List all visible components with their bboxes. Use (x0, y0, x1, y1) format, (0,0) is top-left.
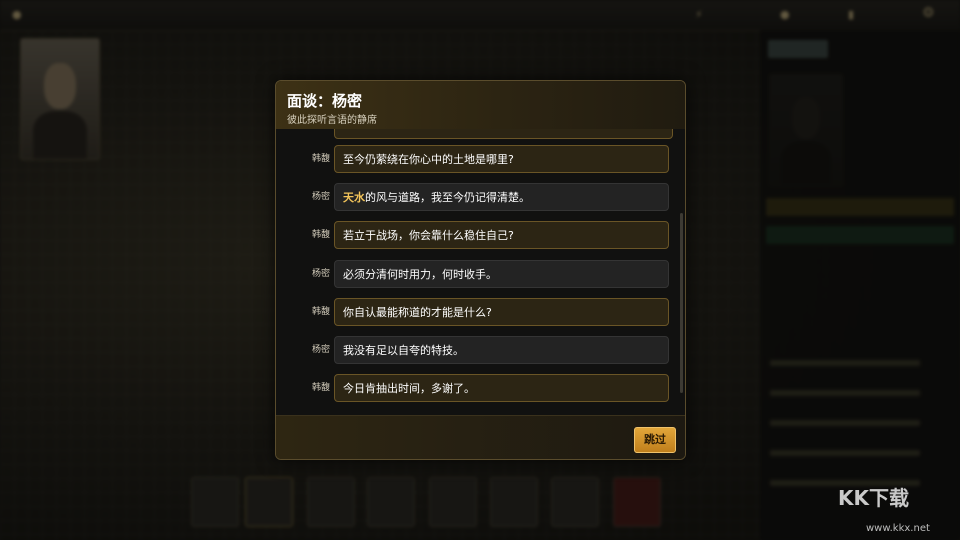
speaker-name: 韩馥 (311, 383, 330, 393)
scrollbar[interactable] (680, 213, 683, 393)
speaker-name: 韩馥 (311, 230, 330, 240)
speaker-name: 杨密 (311, 345, 330, 355)
list-item: 韩馥 你自认最能称道的才能是什么? (276, 298, 685, 328)
answer-bubble: 天水的风与道路，我至今仍记得清楚。 (334, 183, 669, 211)
message-text: 必须分清何时用力，何时收手。 (343, 268, 497, 281)
question-bubble: 你自认最能称道的才能是什么? (334, 298, 669, 326)
speaker-name: 杨密 (311, 269, 330, 279)
list-item: 杨密 我没有足以自夸的特技。 (276, 336, 685, 366)
message-list[interactable]: 韩馥 至今仍萦绕在你心中的土地是哪里? 杨密 天水的风与道路，我至今仍记得清楚。… (276, 129, 685, 415)
message-text: 今日肯抽出时间，多谢了。 (343, 382, 475, 395)
list-item: 杨密 天水的风与道路，我至今仍记得清楚。 (276, 183, 685, 213)
watermark-url: www.kkx.net (866, 523, 930, 534)
speaker-name: 韩馥 (311, 307, 330, 317)
clipped-bubble (334, 129, 673, 139)
message-text: 至今仍萦绕在你心中的土地是哪里? (343, 153, 514, 166)
list-item: 韩馥 至今仍萦绕在你心中的土地是哪里? (276, 145, 685, 175)
place-highlight: 天水 (343, 191, 365, 204)
message-text: 若立于战场，你会靠什么稳住自己? (343, 229, 514, 242)
speaker-name: 杨密 (311, 192, 330, 202)
answer-bubble: 我没有足以自夸的特技。 (334, 336, 669, 364)
interview-dialog: 面谈：杨密 彼此探听言语的静席 韩馥 至今仍萦绕在你心中的土地是哪里? 杨密 天… (275, 80, 686, 460)
speaker-name: 韩馥 (311, 154, 330, 164)
dialog-title: 面谈：杨密 (287, 92, 363, 110)
message-text: 你自认最能称道的才能是什么? (343, 306, 492, 319)
question-bubble: 至今仍萦绕在你心中的土地是哪里? (334, 145, 669, 173)
question-bubble: 若立于战场，你会靠什么稳住自己? (334, 221, 669, 249)
dialog-header: 面谈：杨密 彼此探听言语的静席 (276, 81, 685, 130)
question-bubble: 今日肯抽出时间，多谢了。 (334, 374, 669, 402)
dialog-footer: 跳过 (276, 415, 685, 459)
answer-bubble: 必须分清何时用力，何时收手。 (334, 260, 669, 288)
watermark-logo: KK下载 (838, 486, 909, 510)
message-text: 的风与道路，我至今仍记得清楚。 (365, 191, 530, 204)
list-item: 韩馥 若立于战场，你会靠什么稳住自己? (276, 221, 685, 251)
dialog-subtitle: 彼此探听言语的静席 (287, 115, 377, 126)
message-text: 我没有足以自夸的特技。 (343, 344, 464, 357)
skip-button[interactable]: 跳过 (634, 427, 676, 453)
list-item: 杨密 必须分清何时用力，何时收手。 (276, 260, 685, 290)
list-item: 韩馥 今日肯抽出时间，多谢了。 (276, 374, 685, 404)
